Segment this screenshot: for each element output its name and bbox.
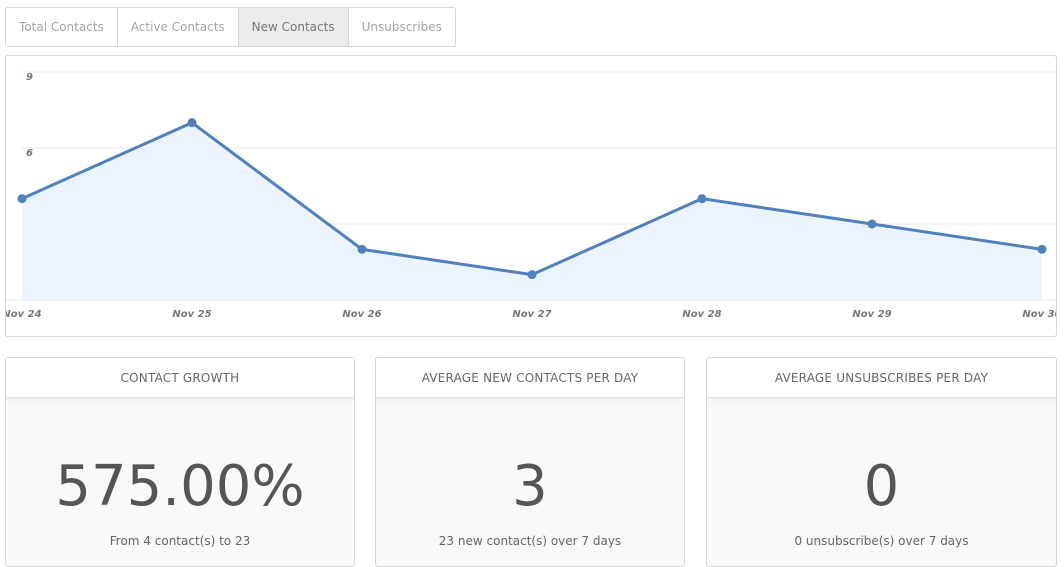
x-tick-label: Nov 27: [512, 309, 551, 320]
stat-title: AVERAGE UNSUBSCRIBES PER DAY: [707, 358, 1056, 398]
stat-subtitle: 0 unsubscribe(s) over 7 days: [794, 534, 969, 548]
y-tick-label: 6: [26, 148, 33, 159]
stat-value: 3: [512, 454, 548, 519]
tab-new-contacts[interactable]: New Contacts: [238, 8, 349, 46]
stat-subtitle: From 4 contact(s) to 23: [109, 534, 251, 548]
x-tick-label: Nov 30: [1022, 309, 1057, 320]
line-chart: 369Nov 24Nov 25Nov 26Nov 27Nov 28Nov 29N…: [6, 71, 1057, 320]
chart-panel: 369Nov 24Nov 25Nov 26Nov 27Nov 28Nov 29N…: [5, 55, 1057, 337]
data-point: [357, 244, 367, 254]
stat-subtitle: 23 new contact(s) over 7 days: [438, 534, 622, 548]
chart-tab-bar: Total Contacts Active Contacts New Conta…: [5, 7, 456, 47]
stat-title: AVERAGE NEW CONTACTS PER DAY: [376, 358, 684, 398]
data-point: [17, 194, 27, 204]
x-tick-label: Nov 26: [342, 309, 381, 320]
x-tick-label: Nov 25: [172, 309, 211, 320]
stat-card-avg-unsubscribes: AVERAGE UNSUBSCRIBES PER DAY 0 0 unsubsc…: [706, 357, 1057, 567]
tab-unsubscribes[interactable]: Unsubscribes: [349, 8, 455, 46]
stat-value: 575.00%: [55, 454, 305, 519]
stat-title: CONTACT GROWTH: [6, 358, 354, 398]
stat-value: 0: [863, 454, 900, 519]
x-tick-label: Nov 29: [852, 309, 891, 320]
stat-card-avg-new-contacts: AVERAGE NEW CONTACTS PER DAY 3 23 new co…: [375, 357, 685, 567]
x-tick-label: Nov 28: [682, 309, 721, 320]
tab-total-contacts[interactable]: Total Contacts: [6, 8, 118, 46]
tab-active-contacts[interactable]: Active Contacts: [118, 8, 239, 46]
y-tick-label: 9: [26, 72, 33, 83]
x-tick-label: Nov 24: [6, 309, 42, 320]
stat-card-contact-growth: CONTACT GROWTH 575.00% From 4 contact(s)…: [5, 357, 355, 567]
data-point: [527, 270, 537, 280]
data-point: [867, 219, 877, 229]
data-point: [187, 118, 197, 128]
data-point: [1037, 244, 1047, 254]
data-point: [697, 194, 707, 204]
